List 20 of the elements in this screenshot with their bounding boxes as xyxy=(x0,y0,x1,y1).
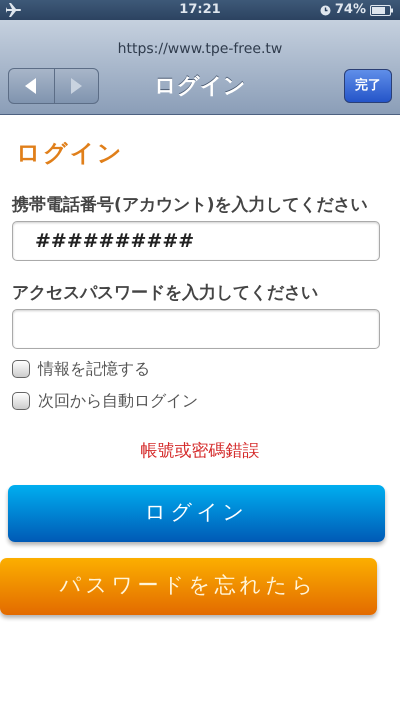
password-field[interactable] xyxy=(12,309,380,349)
clock-time: 17:21 xyxy=(179,1,221,20)
page-title: ログイン xyxy=(154,72,246,100)
airplane-icon xyxy=(6,3,22,17)
page-heading: ログイン xyxy=(16,138,125,169)
done-button[interactable]: 完了 xyxy=(344,69,392,103)
checkbox-label: 次回から自動ログイン xyxy=(38,390,198,412)
checkbox[interactable] xyxy=(12,360,30,378)
battery-icon xyxy=(370,4,394,16)
field-label: アクセスパスワードを入力してください xyxy=(11,282,319,305)
login-button[interactable]: ログイン xyxy=(8,484,385,542)
phone-field[interactable]: ########## xyxy=(12,221,380,261)
error-message: 帳號或密碼錯誤 xyxy=(140,441,260,461)
battery-percent: 74% xyxy=(334,1,366,20)
clock-icon xyxy=(320,4,331,16)
forgot-password-button[interactable]: パスワードを忘れたら xyxy=(0,558,377,614)
checkbox-label: 情報を記憶する xyxy=(38,358,150,380)
checkbox[interactable] xyxy=(12,392,30,410)
field-label: 携帯電話番号(アカウント)を入力してください xyxy=(10,194,369,217)
url-text: https://www.tpe-free.tw xyxy=(118,40,282,59)
